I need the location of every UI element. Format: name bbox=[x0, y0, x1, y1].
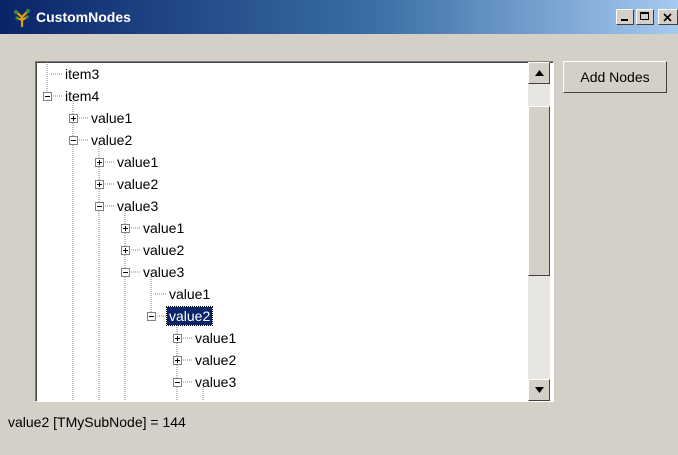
expand-plus-icon[interactable] bbox=[173, 356, 182, 365]
tree-vertical-scrollbar[interactable] bbox=[528, 62, 550, 401]
collapse-minus-icon[interactable] bbox=[121, 268, 130, 277]
scroll-thumb[interactable] bbox=[528, 106, 550, 276]
collapse-minus-icon[interactable] bbox=[173, 378, 182, 387]
collapse-minus-icon[interactable] bbox=[147, 312, 156, 321]
tree-node[interactable]: value1 bbox=[89, 109, 134, 127]
main-window: CustomNodes item3 item4 value1 value2 value1… bbox=[0, 0, 678, 455]
expand-plus-icon[interactable] bbox=[69, 114, 78, 123]
tree-node[interactable]: item4 bbox=[63, 87, 101, 105]
collapse-minus-icon[interactable] bbox=[95, 202, 104, 211]
tree-node[interactable]: value1 bbox=[193, 329, 238, 347]
tree-node[interactable]: value3 bbox=[115, 197, 160, 215]
tree-node-selected[interactable]: value2 bbox=[165, 306, 214, 326]
maximize-button[interactable] bbox=[636, 9, 654, 25]
tree-node[interactable]: value2 bbox=[193, 351, 238, 369]
app-icon bbox=[14, 9, 30, 28]
status-label: value2 [TMySubNode] = 144 bbox=[8, 414, 186, 430]
tree-node[interactable]: item3 bbox=[63, 65, 101, 83]
tree-node[interactable]: value3 bbox=[141, 263, 186, 281]
close-button[interactable] bbox=[658, 9, 678, 25]
expand-plus-icon[interactable] bbox=[121, 224, 130, 233]
tree-node[interactable]: value2 bbox=[115, 175, 160, 193]
expand-plus-icon[interactable] bbox=[95, 180, 104, 189]
collapse-minus-icon[interactable] bbox=[69, 136, 78, 145]
scroll-up-button[interactable] bbox=[528, 62, 550, 84]
window-title: CustomNodes bbox=[36, 9, 131, 25]
expand-plus-icon[interactable] bbox=[95, 158, 104, 167]
tree-node[interactable]: value2 bbox=[89, 131, 134, 149]
tree-node[interactable]: value2 bbox=[141, 241, 186, 259]
arrow-up-icon bbox=[535, 70, 544, 76]
add-nodes-button[interactable]: Add Nodes bbox=[563, 61, 667, 93]
close-icon bbox=[663, 13, 672, 22]
scroll-down-button[interactable] bbox=[528, 379, 550, 401]
minimize-button[interactable] bbox=[616, 9, 634, 25]
tree-node[interactable]: value1 bbox=[115, 153, 160, 171]
expand-plus-icon[interactable] bbox=[121, 246, 130, 255]
title-bar[interactable]: CustomNodes bbox=[0, 0, 678, 34]
arrow-down-icon bbox=[535, 387, 544, 393]
tree-view[interactable]: item3 item4 value1 value2 value1 value2 value3… bbox=[35, 61, 554, 402]
tree-node[interactable]: value1 bbox=[167, 285, 212, 303]
collapse-minus-icon[interactable] bbox=[43, 92, 52, 101]
tree-node[interactable]: value1 bbox=[141, 219, 186, 237]
expand-plus-icon[interactable] bbox=[173, 334, 182, 343]
tree-node[interactable]: value3 bbox=[193, 373, 238, 391]
